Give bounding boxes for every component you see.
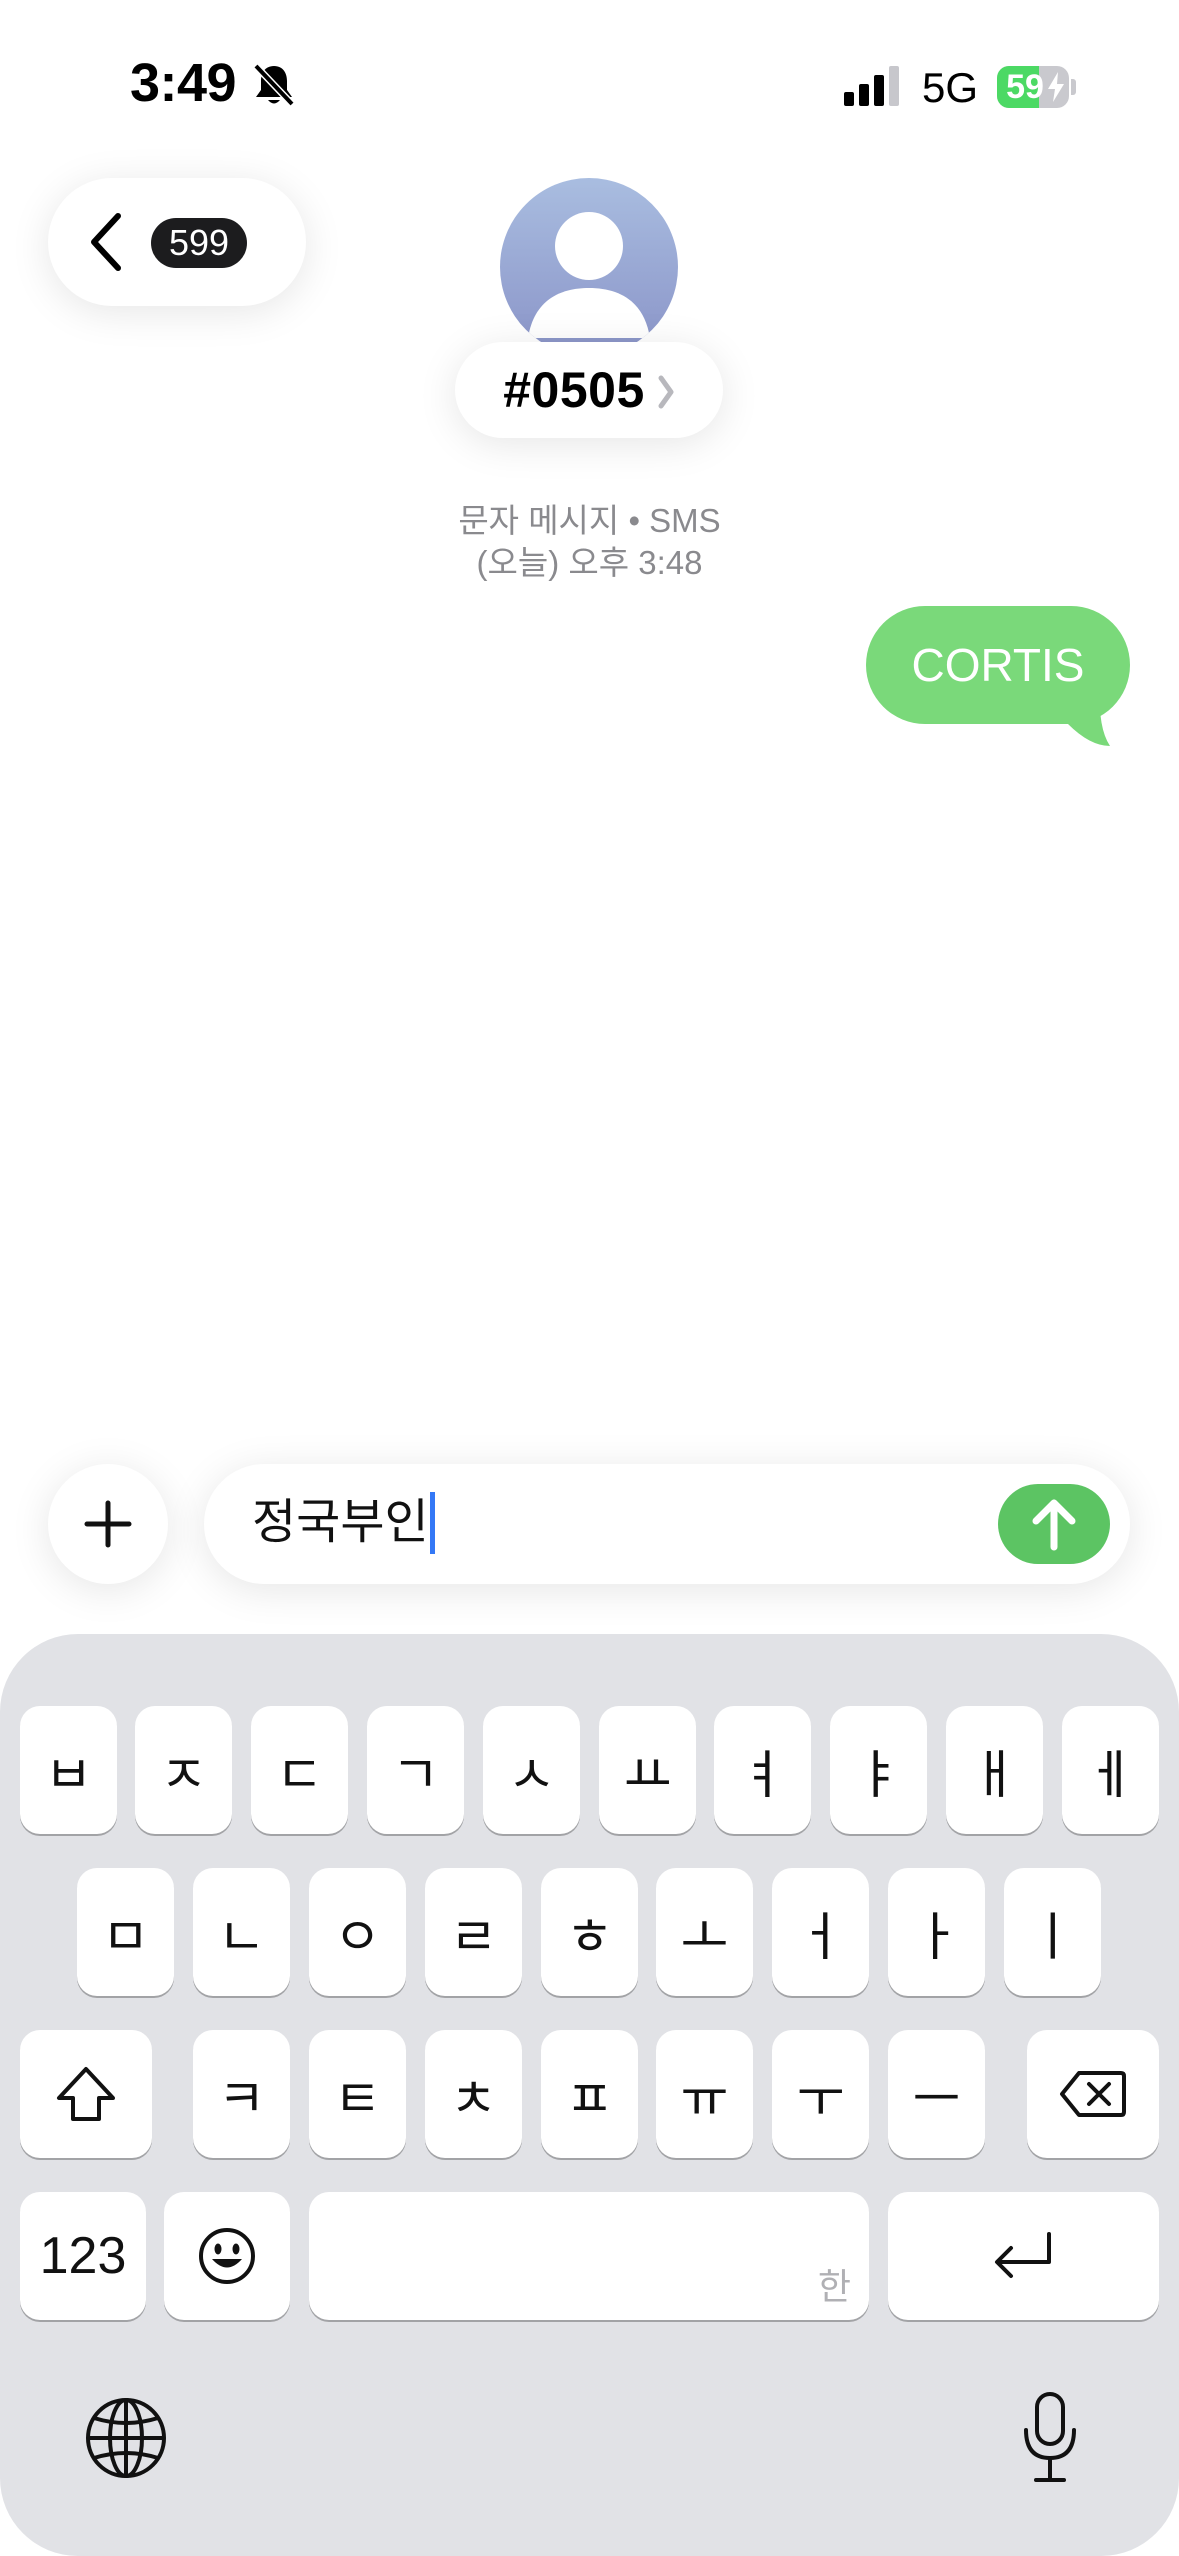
key[interactable]: ㅍ [541, 2030, 638, 2158]
status-time: 3:49 [130, 53, 237, 113]
key[interactable]: ㅛ [599, 1706, 696, 1834]
key[interactable]: ㅑ [830, 1706, 927, 1834]
contact-name-button[interactable]: #0505 [455, 342, 723, 438]
key[interactable]: ㅓ [772, 1868, 869, 1996]
unread-count-badge: 599 [151, 218, 248, 268]
battery-level: 59 [1006, 68, 1044, 106]
return-key[interactable] [888, 2192, 1159, 2320]
arrow-up-icon [1032, 1499, 1076, 1551]
return-icon [994, 2232, 1051, 2278]
timestamp: (오늘) 오후 3:48 [476, 544, 703, 581]
message-input[interactable]: 정국부인 [204, 1464, 1130, 1584]
key[interactable]: ㅡ [888, 2030, 985, 2158]
battery-bolt-icon [1048, 72, 1064, 102]
key[interactable]: ㅌ [309, 2030, 406, 2158]
signal-icon [844, 66, 899, 106]
key[interactable]: ㅏ [888, 1868, 985, 1996]
key[interactable]: ㅅ [483, 1706, 580, 1834]
key[interactable]: ㄱ [367, 1706, 464, 1834]
key[interactable]: ㅇ [309, 1868, 406, 1996]
shift-icon [57, 2067, 115, 2121]
key[interactable]: ㅔ [1062, 1706, 1159, 1834]
key[interactable]: ㅕ [714, 1706, 811, 1834]
emoji-icon [199, 2228, 255, 2284]
key[interactable]: ㅐ [946, 1706, 1043, 1834]
shift-key[interactable] [20, 2030, 152, 2158]
battery-indicator: 59 [997, 66, 1077, 108]
contact-avatar[interactable] [500, 178, 678, 356]
key[interactable]: ㅜ [772, 2030, 869, 2158]
key[interactable]: ㅊ [425, 2030, 522, 2158]
key[interactable]: ㅗ [656, 1868, 753, 1996]
key[interactable]: ㅋ [193, 2030, 290, 2158]
key[interactable]: ㅁ [77, 1868, 174, 1996]
key[interactable]: ㅠ [656, 2030, 753, 2158]
person-icon [528, 212, 650, 338]
key[interactable]: ㅣ [1004, 1868, 1101, 1996]
microphone-icon[interactable] [1020, 2390, 1080, 2486]
language-hint: 한 [817, 2267, 851, 2308]
bell-slash-icon [253, 63, 295, 107]
thread-meta: 문자 메시지 • SMS (오늘) 오후 3:48 [0, 500, 1179, 584]
key[interactable]: ㄷ [251, 1706, 348, 1834]
key[interactable]: ㅂ [20, 1706, 117, 1834]
add-attachment-button[interactable] [48, 1464, 168, 1584]
send-button[interactable] [998, 1484, 1110, 1564]
back-button[interactable]: 599 [48, 178, 306, 306]
bubble-tail [1060, 688, 1110, 746]
space-key[interactable]: 한 [309, 2192, 869, 2320]
emoji-key[interactable] [164, 2192, 290, 2320]
key[interactable]: ㅎ [541, 1868, 638, 1996]
text-caret [429, 1492, 435, 1554]
message-input-text: 정국부인 [252, 1496, 429, 1549]
contact-name: #0505 [503, 362, 645, 418]
key[interactable]: ㄹ [425, 1868, 522, 1996]
globe-icon[interactable] [84, 2396, 168, 2480]
chevron-left-icon [91, 213, 121, 271]
chevron-right-icon [658, 375, 674, 409]
network-type: 5G [922, 64, 979, 111]
delete-key[interactable] [1027, 2030, 1159, 2158]
plus-icon [84, 1500, 132, 1548]
key[interactable]: ㅈ [135, 1706, 232, 1834]
numbers-key[interactable]: 123 [20, 2192, 146, 2320]
delete-icon [1060, 2071, 1126, 2117]
key[interactable]: ㄴ [193, 1868, 290, 1996]
service-label: 문자 메시지 • SMS [458, 502, 721, 539]
